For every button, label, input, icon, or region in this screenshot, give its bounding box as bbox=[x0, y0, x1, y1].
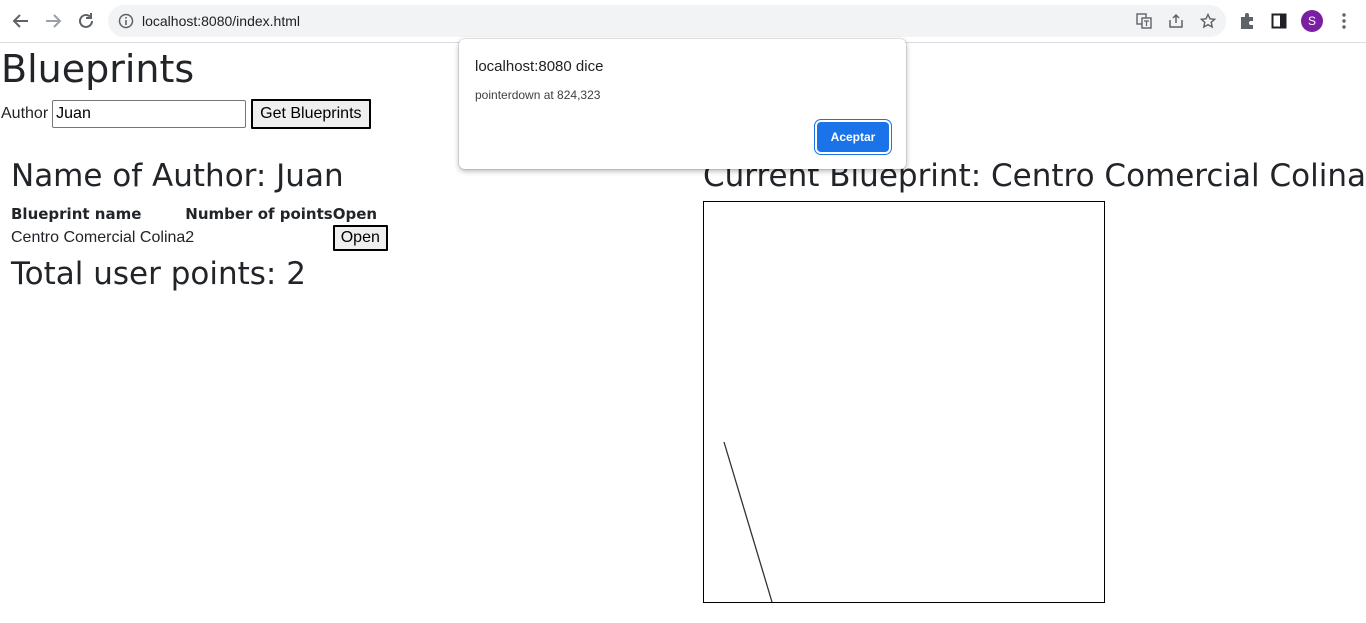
dialog-ok-button[interactable]: Aceptar bbox=[817, 122, 889, 152]
url-text[interactable]: localhost:8080/index.html bbox=[142, 13, 300, 29]
blueprint-name-cell: Centro Comercial Colina bbox=[11, 229, 186, 246]
author-input[interactable] bbox=[52, 100, 247, 128]
translate-icon[interactable] bbox=[1136, 13, 1152, 29]
get-blueprints-button[interactable]: Get Blueprints bbox=[251, 99, 371, 129]
kebab-menu-icon bbox=[1342, 13, 1346, 29]
info-icon[interactable] bbox=[118, 13, 134, 29]
blueprint-drawing bbox=[723, 441, 773, 603]
alert-dialog: localhost:8080 dice pointerdown at 824,3… bbox=[459, 39, 906, 169]
column-header-points: Number of points bbox=[185, 205, 333, 223]
menu-button[interactable] bbox=[1334, 11, 1354, 31]
column-header-open: Open bbox=[332, 205, 378, 223]
arrow-left-icon bbox=[12, 14, 28, 28]
dialog-title: localhost:8080 dice bbox=[475, 58, 604, 75]
blueprint-canvas[interactable] bbox=[703, 201, 1105, 603]
author-form: Author Get Blueprints bbox=[1, 99, 371, 129]
back-button[interactable] bbox=[9, 9, 33, 33]
side-panel-button[interactable] bbox=[1269, 11, 1289, 31]
author-label: Author bbox=[1, 105, 49, 122]
puzzle-icon bbox=[1241, 13, 1253, 29]
table-header-row: Blueprint name Number of points Open bbox=[11, 203, 388, 225]
reload-button[interactable] bbox=[74, 9, 98, 33]
side-panel-icon bbox=[1271, 13, 1287, 29]
column-header-name: Blueprint name bbox=[11, 205, 142, 223]
blueprint-open-cell: Open bbox=[332, 225, 388, 251]
blueprint-points-cell: 2 bbox=[185, 229, 195, 246]
arrow-right-icon bbox=[46, 14, 62, 28]
blueprints-table: Blueprint name Number of points Open Cen… bbox=[11, 203, 388, 251]
share-icon[interactable] bbox=[1168, 13, 1184, 29]
total-points-heading: Total user points: 2 bbox=[11, 256, 306, 292]
author-heading: Name of Author: Juan bbox=[11, 158, 344, 194]
address-bar[interactable]: localhost:8080/index.html bbox=[108, 5, 1226, 37]
page-title: Blueprints bbox=[1, 47, 195, 91]
blueprint-segment bbox=[723, 441, 773, 603]
extensions-button[interactable] bbox=[1237, 11, 1257, 31]
table-row: Centro Comercial Colina 2 Open bbox=[11, 225, 388, 251]
avatar[interactable]: S bbox=[1301, 10, 1323, 32]
dialog-message: pointerdown at 824,323 bbox=[475, 88, 601, 102]
star-icon[interactable] bbox=[1200, 13, 1216, 29]
browser-toolbar: localhost:8080/index.html S bbox=[0, 0, 1366, 43]
open-blueprint-button[interactable]: Open bbox=[332, 225, 388, 251]
reload-icon bbox=[79, 13, 93, 28]
forward-button[interactable] bbox=[41, 9, 65, 33]
